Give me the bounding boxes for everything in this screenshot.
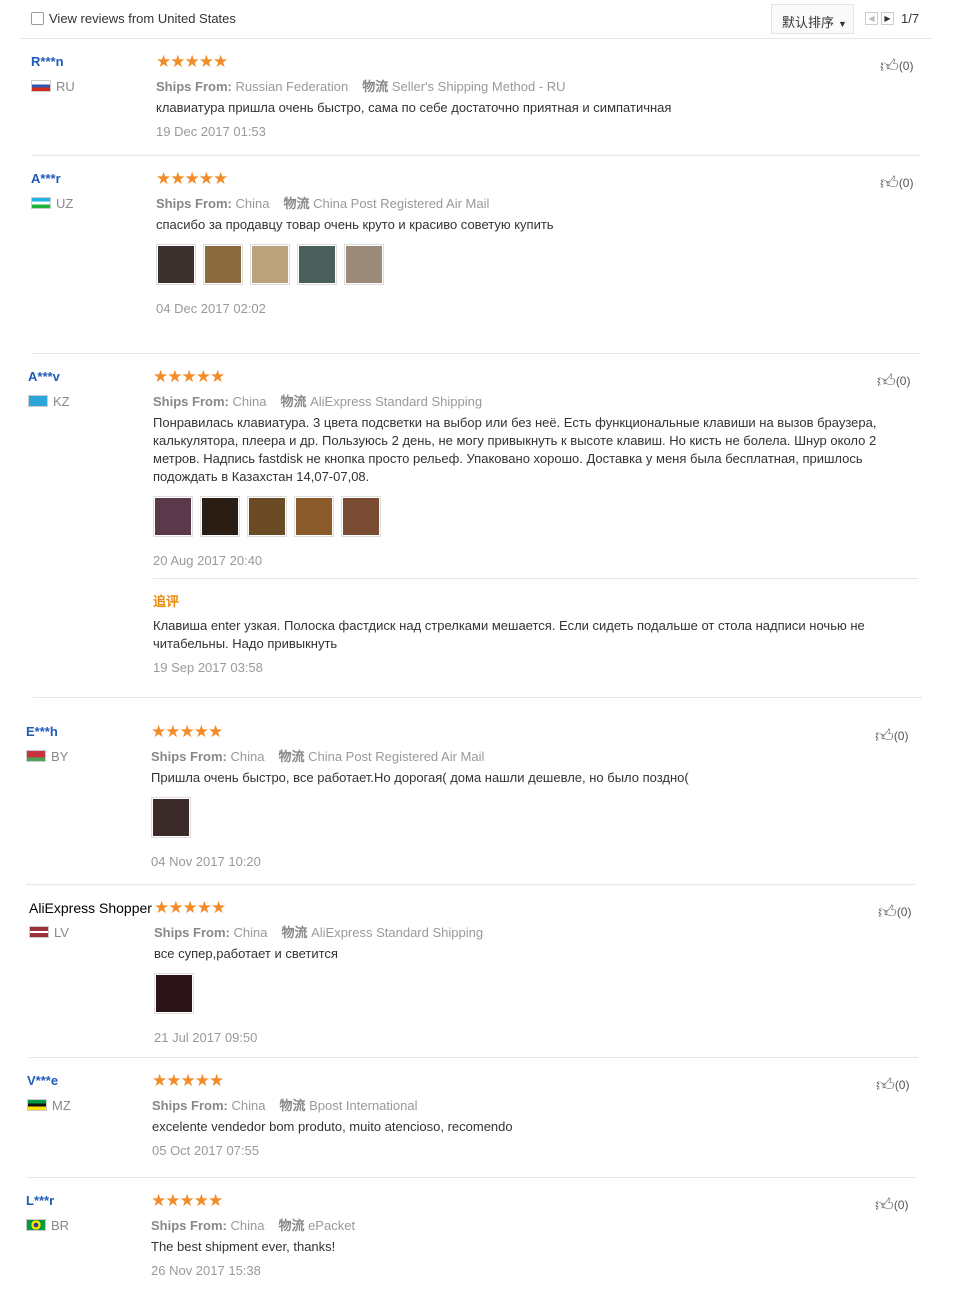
sort-dropdown[interactable]: 默认排序 ▼ <box>771 4 854 34</box>
review-text: The best shipment ever, thanks! <box>151 1239 336 1254</box>
reviewer-name[interactable]: E***h <box>26 724 58 739</box>
prev-page-button[interactable]: ◀ <box>865 12 878 25</box>
review-date: 04 Nov 2017 10:20 <box>151 854 261 869</box>
divider <box>26 884 915 885</box>
thumbs-up-icon: 👍︎ <box>876 1075 895 1095</box>
shipping-info: Ships From: China 物流 China Post Registere… <box>156 196 490 211</box>
reviewer-name[interactable]: R***n <box>31 54 64 69</box>
review-photo[interactable] <box>297 244 337 285</box>
divider <box>29 1057 918 1058</box>
thumbs-up-icon: 👍︎ <box>880 173 899 193</box>
helpful-button[interactable]: 👍︎(0) <box>880 55 913 77</box>
divider <box>153 578 918 579</box>
helpful-button[interactable]: 👍︎(0) <box>878 901 911 923</box>
helpful-button[interactable]: 👍︎(0) <box>876 1074 909 1096</box>
review-text: Понравилась клавиатура. 3 цвета подсветк… <box>153 415 877 484</box>
reviewer-country: BY <box>26 749 68 764</box>
thumbs-up-icon: 👍︎ <box>877 371 896 391</box>
rating-stars: ★★★★★ <box>152 1071 224 1090</box>
review-photos <box>153 496 381 537</box>
followup-date: 19 Sep 2017 03:58 <box>153 660 263 675</box>
review-date: 05 Oct 2017 07:55 <box>152 1143 259 1158</box>
review-date: 26 Nov 2017 15:38 <box>151 1263 261 1278</box>
review-photos <box>156 244 384 285</box>
chevron-down-icon: ▼ <box>838 19 847 29</box>
review-date: 20 Aug 2017 20:40 <box>153 553 263 568</box>
next-page-button[interactable]: ▶ <box>881 12 894 25</box>
reviewer-name[interactable]: AliExpress Shopper <box>29 900 152 916</box>
reviewer-country: RU <box>31 79 75 94</box>
helpful-button[interactable]: 👍︎(0) <box>877 370 910 392</box>
reviewer-country: MZ <box>27 1098 71 1113</box>
page-indicator: 1/7 <box>901 11 920 26</box>
rating-stars: ★★★★★ <box>151 722 223 741</box>
review-photo[interactable] <box>250 244 290 285</box>
divider <box>33 697 922 698</box>
review-photo[interactable] <box>247 496 287 537</box>
rating-stars: ★★★★★ <box>156 169 228 188</box>
flag-uz-icon <box>31 197 51 209</box>
divider <box>31 155 920 156</box>
reviewer-name[interactable]: V***e <box>27 1073 58 1088</box>
review-date: 04 Dec 2017 02:02 <box>156 301 266 316</box>
helpful-button[interactable]: 👍︎(0) <box>875 725 908 747</box>
review-date: 21 Jul 2017 09:50 <box>154 1030 258 1045</box>
flag-kz-icon <box>28 395 48 407</box>
review-photo[interactable] <box>153 496 193 537</box>
review-text: все супер,работает и светится <box>154 946 338 961</box>
thumbs-up-icon: 👍︎ <box>878 902 897 922</box>
rating-stars: ★★★★★ <box>154 898 226 917</box>
review-photo[interactable] <box>203 244 243 285</box>
divider <box>27 1177 916 1178</box>
flag-mz-icon <box>27 1099 47 1111</box>
review-text: excelente vendedor bom produto, muito at… <box>152 1119 513 1134</box>
review-photo[interactable] <box>151 797 191 838</box>
review-text: клавиатура пришла очень быстро, сама по … <box>156 100 672 115</box>
shipping-info: Ships From: Russian Federation 物流 Seller'… <box>156 79 566 94</box>
reviewer-country: KZ <box>28 394 70 409</box>
review-photo[interactable] <box>341 496 381 537</box>
shipping-info: Ships From: China 物流 ePacket <box>151 1218 356 1233</box>
flag-lv-icon <box>29 926 49 938</box>
followup-text: Клавиша enter узкая. Полоска фастдиск на… <box>153 618 865 651</box>
rating-stars: ★★★★★ <box>156 52 228 71</box>
us-filter-label[interactable]: View reviews from United States <box>49 11 236 26</box>
reviewer-name[interactable]: L***r <box>26 1193 54 1208</box>
reviewer-country: UZ <box>31 196 73 211</box>
review-photos <box>151 797 191 838</box>
flag-br-icon <box>26 1219 46 1231</box>
review-photo[interactable] <box>344 244 384 285</box>
rating-stars: ★★★★★ <box>151 1191 223 1210</box>
thumbs-up-icon: 👍︎ <box>875 1195 894 1215</box>
reviewer-country: LV <box>29 925 69 940</box>
shipping-info: Ships From: China 物流 AliExpress Standard … <box>154 925 484 940</box>
reviewer-name[interactable]: A***r <box>31 171 61 186</box>
sort-label: 默认排序 <box>782 15 835 30</box>
rating-stars: ★★★★★ <box>153 367 225 386</box>
shipping-info: Ships From: China 物流 China Post Registere… <box>151 749 485 764</box>
review-photo[interactable] <box>154 973 194 1014</box>
reviewer-country: BR <box>26 1218 69 1233</box>
review-photo[interactable] <box>200 496 240 537</box>
review-text: спасибо за продавцу товар очень круто и … <box>156 217 554 232</box>
review-text: Пришла очень быстро, все работает.Но дор… <box>151 770 689 785</box>
us-filter-checkbox[interactable] <box>31 12 44 25</box>
review-photos <box>154 973 194 1014</box>
followup-title: 追评 <box>153 594 180 609</box>
reviews-toolbar: View reviews from United States 默认排序 ▼ ◀ … <box>20 0 932 39</box>
flag-by-icon <box>26 750 46 762</box>
helpful-button[interactable]: 👍︎(0) <box>880 172 913 194</box>
thumbs-up-icon: 👍︎ <box>880 56 899 76</box>
shipping-info: Ships From: China 物流 Bpost International <box>152 1098 418 1113</box>
shipping-info: Ships From: China 物流 AliExpress Standard … <box>153 394 483 409</box>
reviewer-name[interactable]: A***v <box>28 369 60 384</box>
thumbs-up-icon: 👍︎ <box>875 726 894 746</box>
helpful-button[interactable]: 👍︎(0) <box>875 1194 908 1216</box>
divider <box>31 353 920 354</box>
review-photo[interactable] <box>156 244 196 285</box>
review-date: 19 Dec 2017 01:53 <box>156 124 266 139</box>
flag-ru-icon <box>31 80 51 92</box>
review-photo[interactable] <box>294 496 334 537</box>
